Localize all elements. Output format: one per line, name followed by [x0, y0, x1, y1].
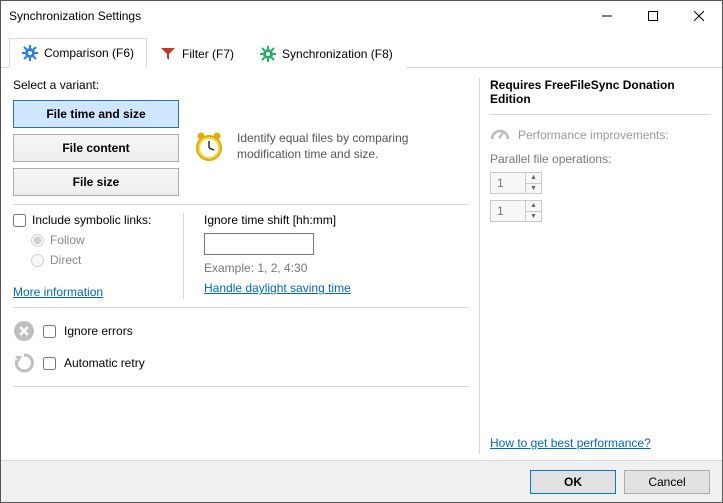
include-symlinks-label: Include symbolic links: — [32, 213, 151, 227]
content-area: Select a variant: File time and size Fil… — [1, 68, 722, 460]
divider-vertical-main — [479, 78, 480, 454]
close-button[interactable] — [676, 1, 722, 31]
variant-size-button[interactable]: File size — [13, 168, 179, 196]
tab-filter-label: Filter (F7) — [182, 47, 234, 61]
divider — [13, 204, 469, 205]
gear-green-icon — [260, 46, 276, 62]
parallel-spin-1-value: 1 — [491, 173, 525, 193]
ignore-errors-checkbox[interactable] — [43, 325, 56, 338]
divider — [13, 307, 469, 308]
divider-vertical — [183, 213, 184, 299]
cancel-button[interactable]: Cancel — [624, 470, 710, 494]
include-symlinks-checkbox[interactable] — [13, 214, 26, 227]
spin-down-icon[interactable]: ▼ — [526, 212, 541, 222]
left-pane: Select a variant: File time and size Fil… — [13, 78, 469, 454]
more-information-link[interactable]: More information — [13, 285, 163, 299]
tab-synchronization[interactable]: Synchronization (F8) — [247, 38, 406, 68]
variant-label: Select a variant: — [13, 78, 179, 92]
error-x-icon — [13, 320, 35, 342]
parallel-spin-1[interactable]: 1 ▲▼ — [490, 172, 542, 194]
symlinks-follow-row: Follow — [13, 233, 163, 247]
dst-link[interactable]: Handle daylight saving time — [204, 281, 469, 295]
spin-up-icon[interactable]: ▲ — [526, 173, 541, 184]
variant-time-size-button[interactable]: File time and size — [13, 100, 179, 128]
titlebar: Synchronization Settings — [1, 1, 722, 31]
clock-icon — [193, 130, 225, 162]
maximize-button[interactable] — [630, 1, 676, 31]
funnel-icon — [160, 46, 176, 62]
perf-heading: Performance improvements: — [518, 128, 669, 142]
perf-body: Parallel file operations: 1 ▲▼ 1 ▲▼ How … — [490, 152, 710, 454]
tab-comparison[interactable]: Comparison (F6) — [9, 38, 147, 68]
divider — [13, 386, 469, 387]
options-section: Include symbolic links: Follow Direct Mo… — [13, 213, 469, 299]
perf-heading-row: Performance improvements: — [490, 123, 710, 146]
window-root: Synchronization Settings Comparison (F6)… — [0, 0, 723, 503]
right-pane: Requires FreeFileSync Donation Edition P… — [490, 78, 710, 454]
footer: OK Cancel — [1, 460, 722, 502]
parallel-spin-2-value: 1 — [491, 201, 525, 221]
variant-content-button[interactable]: File content — [13, 134, 179, 162]
retry-icon — [13, 352, 35, 374]
window-title: Synchronization Settings — [9, 9, 584, 23]
spin-down-icon[interactable]: ▼ — [526, 184, 541, 194]
symlinks-direct-radio[interactable] — [31, 254, 44, 267]
variant-column: Select a variant: File time and size Fil… — [13, 78, 179, 196]
tab-filter[interactable]: Filter (F7) — [147, 38, 247, 68]
close-icon — [694, 11, 704, 21]
variant-description: Identify equal files by comparing modifi… — [237, 130, 457, 162]
divider — [490, 114, 710, 115]
timeshift-label: Ignore time shift [hh:mm] — [204, 213, 469, 227]
symlinks-follow-radio[interactable] — [31, 234, 44, 247]
auto-retry-checkbox[interactable] — [43, 357, 56, 370]
auto-retry-row: Automatic retry — [13, 352, 469, 374]
symlinks-column: Include symbolic links: Follow Direct Mo… — [13, 213, 163, 299]
timeshift-column: Ignore time shift [hh:mm] Example: 1, 2,… — [204, 213, 469, 299]
spin-up-icon[interactable]: ▲ — [526, 201, 541, 212]
symlinks-direct-row: Direct — [13, 253, 163, 267]
symlinks-direct-label: Direct — [50, 253, 81, 267]
tab-bar: Comparison (F6) Filter (F7) Synchronizat… — [1, 31, 722, 68]
auto-retry-label: Automatic retry — [64, 356, 145, 370]
tab-comparison-label: Comparison (F6) — [44, 46, 134, 60]
tab-synchronization-label: Synchronization (F8) — [282, 47, 393, 61]
parallel-spin-2[interactable]: 1 ▲▼ — [490, 200, 542, 222]
parallel-label: Parallel file operations: — [490, 152, 710, 166]
timeshift-input[interactable] — [204, 233, 314, 255]
ok-button[interactable]: OK — [530, 470, 616, 494]
variant-section: Select a variant: File time and size Fil… — [13, 78, 469, 196]
variant-description-area: Identify equal files by comparing modifi… — [193, 78, 457, 196]
symlinks-follow-label: Follow — [50, 233, 85, 247]
gear-blue-icon — [22, 45, 38, 61]
donation-header: Requires FreeFileSync Donation Edition — [490, 78, 710, 112]
error-section: Ignore errors Automatic retry — [13, 316, 469, 378]
best-performance-link[interactable]: How to get best performance? — [490, 436, 651, 450]
speedometer-icon — [490, 123, 510, 146]
symlinks-check-row: Include symbolic links: — [13, 213, 163, 227]
maximize-icon — [648, 11, 658, 21]
ignore-errors-row: Ignore errors — [13, 320, 469, 342]
minimize-button[interactable] — [584, 1, 630, 31]
minimize-icon — [602, 11, 612, 21]
timeshift-example: Example: 1, 2, 4:30 — [204, 261, 469, 275]
ignore-errors-label: Ignore errors — [64, 324, 133, 338]
